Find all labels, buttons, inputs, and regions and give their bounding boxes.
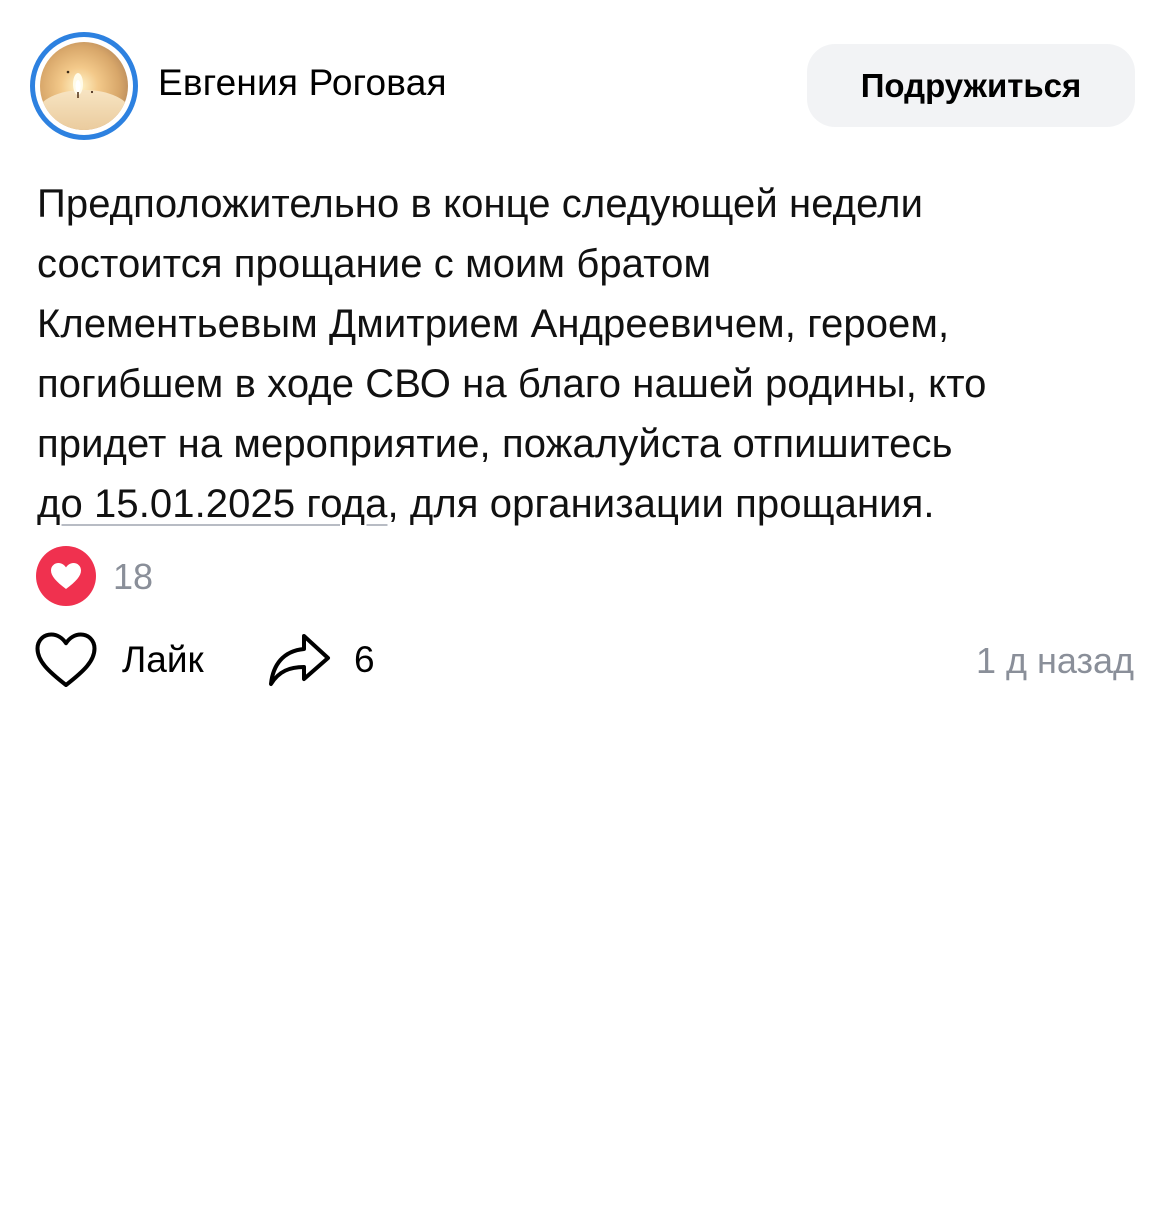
heart-reaction-icon[interactable] — [36, 546, 96, 606]
author-name[interactable]: Евгения Роговая — [158, 62, 447, 104]
heart-outline-icon — [35, 632, 97, 687]
post-timestamp: 1 д назад — [975, 640, 1134, 681]
candle-photo-icon — [40, 42, 128, 130]
post-text-line: придет на мероприятие, пожалуйста отпиши… — [37, 422, 953, 466]
reaction-count[interactable]: 18 — [113, 556, 153, 598]
date-link[interactable]: до 15.01.2025 года — [37, 482, 387, 526]
share-count: 6 — [354, 639, 375, 680]
post-text-line: Предположительно в конце следующей недел… — [37, 182, 924, 226]
like-button[interactable]: Лайк — [34, 628, 204, 692]
like-label: Лайк — [122, 639, 204, 680]
post-card: Евгения Роговая Подружиться Предположите… — [0, 0, 1170, 1219]
post-text-line: состоится прощание с моим братом — [37, 242, 712, 286]
add-friend-button[interactable]: Подружиться — [807, 44, 1135, 127]
post-text: Предположительно в конце следующей недел… — [37, 174, 1147, 534]
share-arrow-icon — [269, 634, 330, 686]
post-text-line: Клементьевым Дмитрием Андреевичем, герое… — [37, 302, 950, 346]
post-text-line-last: до 15.01.2025 года, для организации прощ… — [37, 474, 1147, 534]
post-text-line-end: , для организации прощания. — [387, 482, 935, 526]
author-avatar[interactable] — [30, 32, 138, 140]
post-text-line: погибшем в ходе СВО на благо нашей родин… — [37, 362, 987, 406]
heart-icon — [51, 563, 81, 589]
share-button[interactable]: 6 — [266, 628, 375, 692]
